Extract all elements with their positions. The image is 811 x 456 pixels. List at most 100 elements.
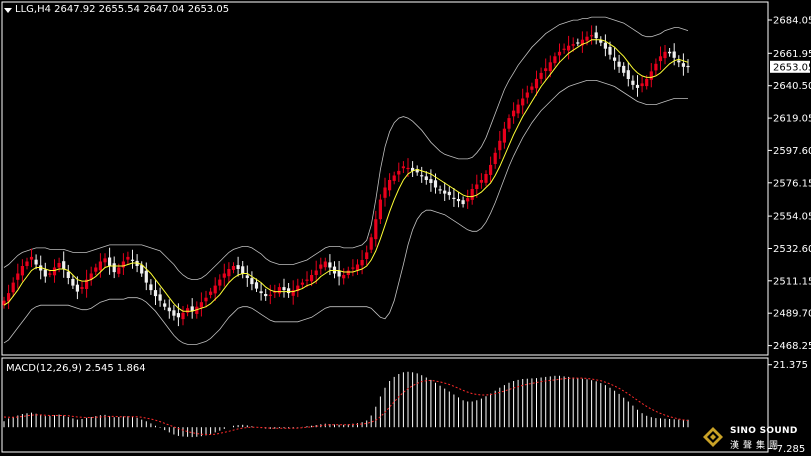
bear-candle bbox=[172, 310, 176, 316]
bull-candle bbox=[388, 180, 392, 191]
bear-candle bbox=[62, 261, 66, 269]
bull-candle bbox=[640, 83, 644, 87]
bear-candle bbox=[176, 313, 180, 318]
bear-candle bbox=[75, 284, 79, 292]
bull-candle bbox=[489, 164, 493, 175]
bull-candle bbox=[539, 72, 543, 79]
chart-menu-triangle-icon[interactable] bbox=[4, 8, 12, 13]
bull-candle bbox=[645, 78, 649, 87]
bull-candle bbox=[479, 180, 483, 183]
bear-candle bbox=[153, 290, 158, 297]
bull-candle bbox=[121, 261, 125, 268]
bull-candle bbox=[548, 62, 552, 72]
bull-candle bbox=[52, 267, 57, 276]
bull-candle bbox=[502, 128, 506, 143]
bull-candle bbox=[351, 267, 355, 269]
bull-candle bbox=[466, 198, 470, 202]
bull-candle bbox=[218, 279, 222, 286]
bull-candle bbox=[590, 35, 594, 37]
bear-candle bbox=[34, 259, 38, 265]
bull-candle bbox=[117, 267, 121, 274]
bear-candle bbox=[264, 294, 268, 297]
bull-candle bbox=[374, 219, 378, 240]
bull-candle bbox=[319, 264, 323, 269]
bear-candle bbox=[287, 288, 291, 294]
bear-candle bbox=[576, 42, 580, 44]
bear-candle bbox=[241, 266, 245, 274]
bull-candle bbox=[521, 98, 525, 106]
bull-candle bbox=[310, 275, 314, 282]
bull-candle bbox=[186, 308, 190, 313]
bear-candle bbox=[594, 32, 598, 39]
bear-candle bbox=[163, 303, 167, 307]
bear-candle bbox=[43, 269, 47, 277]
bull-candle bbox=[498, 140, 502, 151]
bull-candle bbox=[199, 302, 203, 308]
bear-candle bbox=[282, 287, 286, 291]
bear-candle bbox=[443, 190, 447, 194]
bear-candle bbox=[328, 262, 332, 268]
bear-candle bbox=[245, 275, 249, 278]
bull-candle bbox=[567, 45, 571, 51]
bear-candle bbox=[144, 270, 148, 283]
bull-candle bbox=[493, 152, 497, 164]
moving-average-line bbox=[3, 39, 689, 312]
price-axis-label: 2640.50 bbox=[773, 81, 811, 92]
bull-candle bbox=[512, 110, 516, 117]
price-axis-label: 2684.05 bbox=[773, 16, 811, 27]
bull-candle bbox=[654, 63, 658, 71]
bear-candle bbox=[66, 271, 70, 278]
price-axis-label: 2511.15 bbox=[773, 276, 811, 287]
brand-logo: SINO SOUND 漢聲集團 bbox=[703, 425, 803, 451]
bull-candle bbox=[663, 51, 667, 59]
bull-candle bbox=[80, 287, 84, 289]
bull-candle bbox=[268, 294, 272, 296]
bull-candle bbox=[557, 51, 562, 56]
bull-candle bbox=[360, 260, 364, 266]
bear-candle bbox=[622, 65, 626, 73]
bull-candle bbox=[365, 252, 369, 259]
current-price-label: 2653.05 bbox=[773, 62, 811, 73]
bull-candle bbox=[585, 36, 589, 41]
bull-candle bbox=[346, 270, 350, 275]
bear-candle bbox=[677, 60, 681, 63]
bear-candle bbox=[672, 51, 676, 58]
bull-candle bbox=[98, 261, 102, 271]
diamond-logo-icon bbox=[703, 427, 723, 447]
price-header: LLG,H4 2647.92 2655.54 2647.04 2653.05 bbox=[15, 4, 230, 15]
bear-candle bbox=[250, 278, 254, 285]
bear-candle bbox=[420, 175, 424, 177]
price-axis-label: 2576.15 bbox=[773, 178, 811, 189]
lower-band-line bbox=[3, 80, 688, 345]
bull-candle bbox=[401, 166, 405, 169]
bull-candle bbox=[126, 256, 130, 260]
bear-candle bbox=[424, 176, 428, 180]
bull-candle bbox=[530, 86, 534, 90]
bull-candle bbox=[48, 273, 52, 275]
bull-candle bbox=[378, 199, 382, 220]
bull-candle bbox=[222, 273, 226, 278]
price-axis-label: 2532.60 bbox=[773, 244, 811, 255]
bull-candle bbox=[300, 282, 304, 285]
bull-candle bbox=[20, 266, 24, 276]
bull-candle bbox=[16, 273, 20, 280]
bear-candle bbox=[140, 265, 144, 274]
chart-window: 2684.05 2661.95 2640.50 2619.05 2597.60 2576.… bbox=[0, 0, 811, 456]
macd-axis-label: 21.375 bbox=[773, 360, 808, 371]
bear-candle bbox=[608, 46, 612, 55]
bull-candle bbox=[209, 291, 213, 295]
bear-candle bbox=[603, 42, 607, 49]
bull-candle bbox=[213, 285, 217, 294]
bull-candle bbox=[342, 275, 346, 279]
bull-candle bbox=[553, 56, 557, 64]
bear-candle bbox=[617, 61, 621, 67]
bear-candle bbox=[167, 307, 171, 312]
bull-candle bbox=[103, 258, 107, 263]
bear-candle bbox=[71, 279, 75, 286]
bull-candle bbox=[525, 92, 529, 98]
bull-candle bbox=[383, 187, 387, 198]
bull-candle bbox=[227, 269, 231, 277]
bear-candle bbox=[668, 51, 672, 54]
bull-candle bbox=[25, 261, 29, 266]
price-axis-label: 2554.05 bbox=[773, 212, 811, 223]
